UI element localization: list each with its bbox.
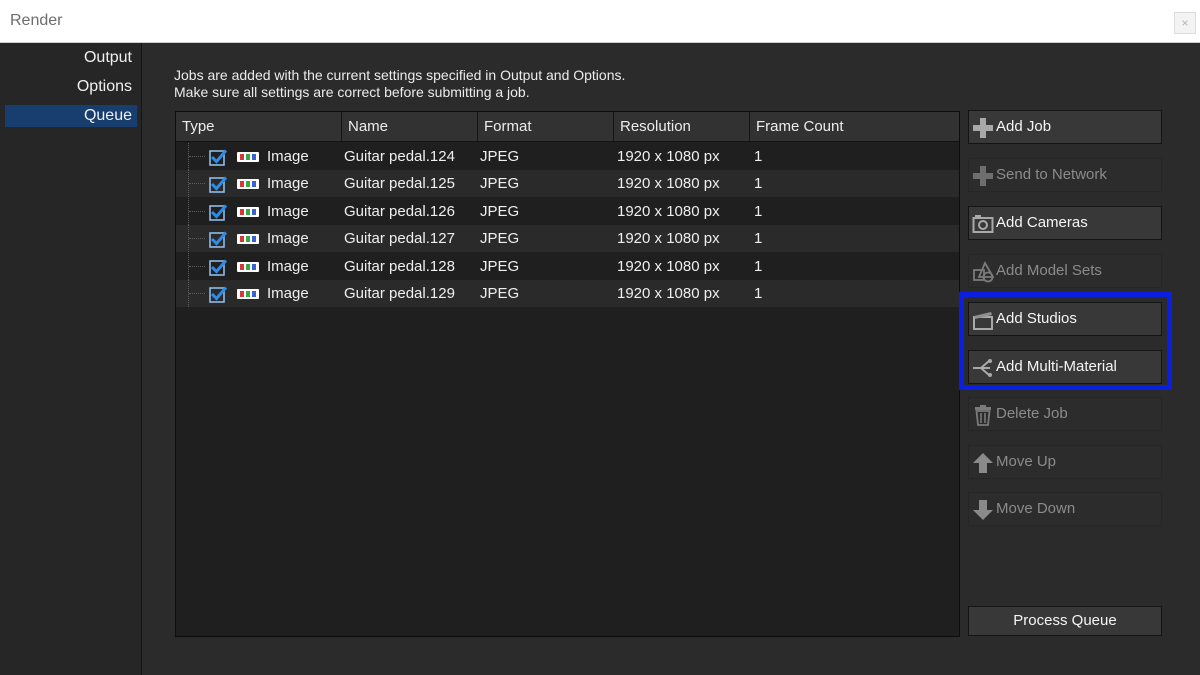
image-icon <box>237 261 259 272</box>
cell-format: JPEG <box>480 202 520 220</box>
tree-connector <box>188 252 208 280</box>
add-cameras-button[interactable]: Add Cameras <box>968 206 1162 240</box>
checkbox-checked-icon[interactable] <box>209 258 227 276</box>
checkbox-checked-icon[interactable] <box>209 203 227 221</box>
cell-type: Image <box>267 175 309 193</box>
cell-name: Guitar pedal.128 <box>344 257 455 275</box>
table-row[interactable]: Image Guitar pedal.127 JPEG 1920 x 1080 px 1 <box>176 225 959 253</box>
move-up-label: Move Up <box>996 453 1057 470</box>
cell-resolution: 1920 x 1080 px <box>617 148 720 165</box>
job-queue-table: Type Name Format Resolution Frame Count … <box>175 111 960 637</box>
cell-resolution: 1920 x 1080 px <box>617 230 720 248</box>
add-job-button[interactable]: Add Job <box>968 110 1162 144</box>
image-icon <box>237 152 259 162</box>
cell-type: Image <box>267 257 309 275</box>
add-cameras-label: Add Cameras <box>996 214 1088 231</box>
checkbox-checked-icon[interactable] <box>209 175 227 194</box>
cell-frames: 1 <box>754 175 763 193</box>
process-queue-button[interactable]: Process Queue <box>968 606 1162 636</box>
checkbox-checked-icon[interactable] <box>209 285 227 303</box>
cell-frames: 1 <box>754 202 763 220</box>
process-queue-label: Process Queue <box>1013 612 1117 629</box>
cell-resolution: 1920 x 1080 px <box>617 202 720 220</box>
move-down-button[interactable]: Move Down <box>968 492 1162 526</box>
column-header-resolution[interactable]: Resolution <box>614 112 750 142</box>
send-to-network-button[interactable]: Send to Network <box>968 158 1162 192</box>
cell-type: Image <box>267 148 309 165</box>
column-header-format[interactable]: Format <box>478 112 614 142</box>
cell-type: Image <box>267 230 309 248</box>
add-job-label: Add Job <box>996 118 1052 135</box>
cell-name: Guitar pedal.126 <box>344 202 455 220</box>
arrow-up-icon <box>973 453 993 473</box>
table-row[interactable]: Image Guitar pedal.126 JPEG 1920 x 1080 px 1 <box>176 197 959 225</box>
checkbox-checked-icon[interactable] <box>209 230 227 248</box>
cell-type: Image <box>267 202 309 220</box>
sidebar: Output Options Queue <box>0 43 142 675</box>
image-icon <box>237 234 259 245</box>
cell-frames: 1 <box>754 230 763 248</box>
cell-format: JPEG <box>480 257 520 275</box>
add-model-sets-button[interactable]: Add Model Sets <box>968 254 1162 288</box>
image-icon <box>237 289 259 299</box>
cell-frames: 1 <box>754 285 763 302</box>
cell-format: JPEG <box>480 285 520 302</box>
table-header: Type Name Format Resolution Frame Count <box>176 112 959 142</box>
arrow-down-icon <box>973 500 993 520</box>
tree-connector <box>188 280 208 307</box>
cell-name: Guitar pedal.124 <box>344 148 455 165</box>
send-to-network-label: Send to Network <box>996 166 1107 183</box>
cell-type: Image <box>267 285 309 302</box>
cell-resolution: 1920 x 1080 px <box>617 175 720 193</box>
cell-resolution: 1920 x 1080 px <box>617 285 720 302</box>
column-header-name[interactable]: Name <box>342 112 478 142</box>
cell-format: JPEG <box>480 175 520 193</box>
column-header-type[interactable]: Type <box>176 112 342 142</box>
image-icon <box>237 206 259 217</box>
sidebar-item-output[interactable]: Output <box>5 47 137 69</box>
tree-connector <box>188 170 208 198</box>
cell-name: Guitar pedal.125 <box>344 175 455 193</box>
cell-name: Guitar pedal.129 <box>344 285 455 302</box>
plus-icon <box>973 118 993 138</box>
delete-job-button[interactable]: Delete Job <box>968 397 1162 431</box>
window-title: Render <box>10 12 63 29</box>
tree-connector <box>188 225 208 253</box>
cell-format: JPEG <box>480 230 520 248</box>
info-line-1: Jobs are added with the current settings… <box>174 67 626 83</box>
plus-icon <box>973 166 993 186</box>
cell-frames: 1 <box>754 148 763 165</box>
delete-job-label: Delete Job <box>996 405 1068 422</box>
camera-icon <box>972 215 994 233</box>
highlight-box <box>959 292 1172 390</box>
table-row[interactable]: Image Guitar pedal.129 JPEG 1920 x 1080 px 1 <box>176 280 959 307</box>
info-line-2: Make sure all settings are correct befor… <box>174 84 530 100</box>
tree-connector <box>188 143 208 170</box>
sidebar-item-queue[interactable]: Queue <box>5 105 137 127</box>
cell-format: JPEG <box>480 148 520 165</box>
cell-frames: 1 <box>754 257 763 275</box>
cell-name: Guitar pedal.127 <box>344 230 455 248</box>
table-row[interactable]: Image Guitar pedal.125 JPEG 1920 x 1080 px 1 <box>176 170 959 198</box>
cell-resolution: 1920 x 1080 px <box>617 257 720 275</box>
move-up-button[interactable]: Move Up <box>968 445 1162 479</box>
queue-info-text: Jobs are added with the current settings… <box>174 67 625 101</box>
column-header-frame-count[interactable]: Frame Count <box>750 112 959 142</box>
trash-icon <box>975 405 991 426</box>
move-down-label: Move Down <box>996 500 1076 517</box>
tree-connector <box>188 197 208 225</box>
checkbox-checked-icon[interactable] <box>209 148 227 166</box>
image-icon <box>237 179 259 190</box>
add-model-sets-label: Add Model Sets <box>996 262 1102 279</box>
shapes-icon <box>973 261 994 283</box>
sidebar-item-options[interactable]: Options <box>5 76 137 98</box>
table-row[interactable]: Image Guitar pedal.124 JPEG 1920 x 1080 px 1 <box>176 143 959 170</box>
table-row[interactable]: Image Guitar pedal.128 JPEG 1920 x 1080 px 1 <box>176 252 959 280</box>
title-bar: Render × <box>0 0 1200 43</box>
close-button[interactable]: × <box>1174 12 1196 34</box>
